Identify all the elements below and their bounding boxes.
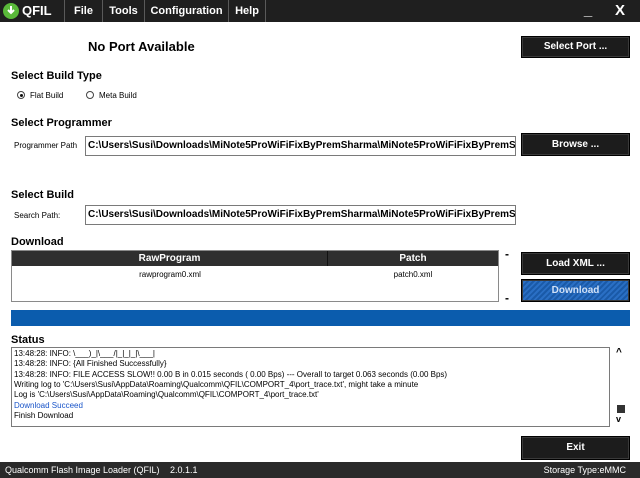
footer-version: 2.0.1.1	[170, 465, 198, 475]
table-cell-rawprogram[interactable]: rawprogram0.xml	[12, 270, 328, 279]
flat-build-label: Flat Build	[30, 91, 64, 100]
close-button[interactable]: X	[600, 0, 640, 22]
menu-file[interactable]: File	[64, 0, 102, 22]
status-log-line: Download Succeed	[14, 400, 83, 410]
browse-button[interactable]: Browse ...	[521, 133, 630, 156]
download-heading: Download	[11, 236, 64, 248]
build-type-heading: Select Build Type	[11, 70, 102, 82]
load-xml-button[interactable]: Load XML ...	[521, 252, 630, 275]
programmer-heading: Select Programmer	[11, 117, 112, 129]
status-heading: Status	[11, 334, 45, 346]
menu-tools[interactable]: Tools	[102, 0, 144, 22]
remove-row-button[interactable]: -	[505, 247, 509, 261]
build-heading: Select Build	[11, 189, 74, 201]
progress-fill	[11, 310, 630, 326]
title-bar: QFIL File Tools Configuration Help _ X	[0, 0, 640, 22]
status-bar: Qualcomm Flash Image Loader (QFIL) 2.0.1…	[0, 462, 640, 478]
exit-button[interactable]: Exit	[521, 436, 630, 460]
meta-build-label: Meta Build	[99, 91, 137, 100]
status-log-line: Writing log to 'C:\Users\Susi\AppData\Ro…	[14, 379, 419, 389]
status-log[interactable]: 13:48:28: INFO: \___)_|\___/|_|_|_|\___|…	[11, 347, 610, 427]
column-header-patch[interactable]: Patch	[328, 251, 498, 266]
status-log-line: 13:48:28: INFO: FILE ACCESS SLOW!! 0.00 …	[14, 369, 448, 379]
download-button[interactable]: Download	[521, 279, 630, 302]
remove-row-button-2[interactable]: -	[505, 291, 509, 305]
footer-app-name: Qualcomm Flash Image Loader (QFIL)	[5, 465, 160, 475]
meta-build-radio[interactable]	[86, 91, 94, 99]
scroll-up-icon[interactable]: ^	[616, 347, 622, 358]
qfil-logo-icon	[3, 3, 19, 19]
scroll-down-icon[interactable]: v	[616, 414, 621, 424]
search-path-label: Search Path:	[14, 211, 61, 220]
progress-bar	[11, 310, 630, 326]
status-log-line: 13:48:28: INFO: {All Finished Successful…	[14, 359, 167, 369]
menu-configuration[interactable]: Configuration	[144, 0, 228, 22]
programmer-path-field[interactable]: C:\Users\Susi\Downloads\MiNote5ProWiFiFi…	[85, 136, 516, 156]
status-log-line: Finish Download	[14, 410, 74, 420]
app-title: QFIL	[22, 3, 52, 18]
flat-build-radio[interactable]	[17, 91, 25, 99]
programmer-path-label: Programmer Path	[14, 141, 78, 150]
status-log-line: Log is 'C:\Users\Susi\AppData\Roaming\Qu…	[14, 390, 319, 400]
footer-storage-type: Storage Type:eMMC	[543, 465, 626, 475]
search-path-field[interactable]: C:\Users\Susi\Downloads\MiNote5ProWiFiFi…	[85, 205, 516, 225]
table-cell-patch[interactable]: patch0.xml	[328, 270, 498, 279]
minimize-button[interactable]: _	[578, 0, 598, 22]
select-port-button[interactable]: Select Port ...	[521, 36, 630, 58]
port-status: No Port Available	[88, 39, 195, 54]
menu-help[interactable]: Help	[228, 0, 266, 22]
download-table: RawProgram Patch rawprogram0.xml patch0.…	[11, 250, 499, 302]
status-log-line: 13:48:28: INFO: \___)_|\___/|_|_|_|\___|	[14, 349, 156, 358]
column-header-rawprogram[interactable]: RawProgram	[12, 251, 328, 266]
scroll-thumb[interactable]	[617, 405, 625, 413]
